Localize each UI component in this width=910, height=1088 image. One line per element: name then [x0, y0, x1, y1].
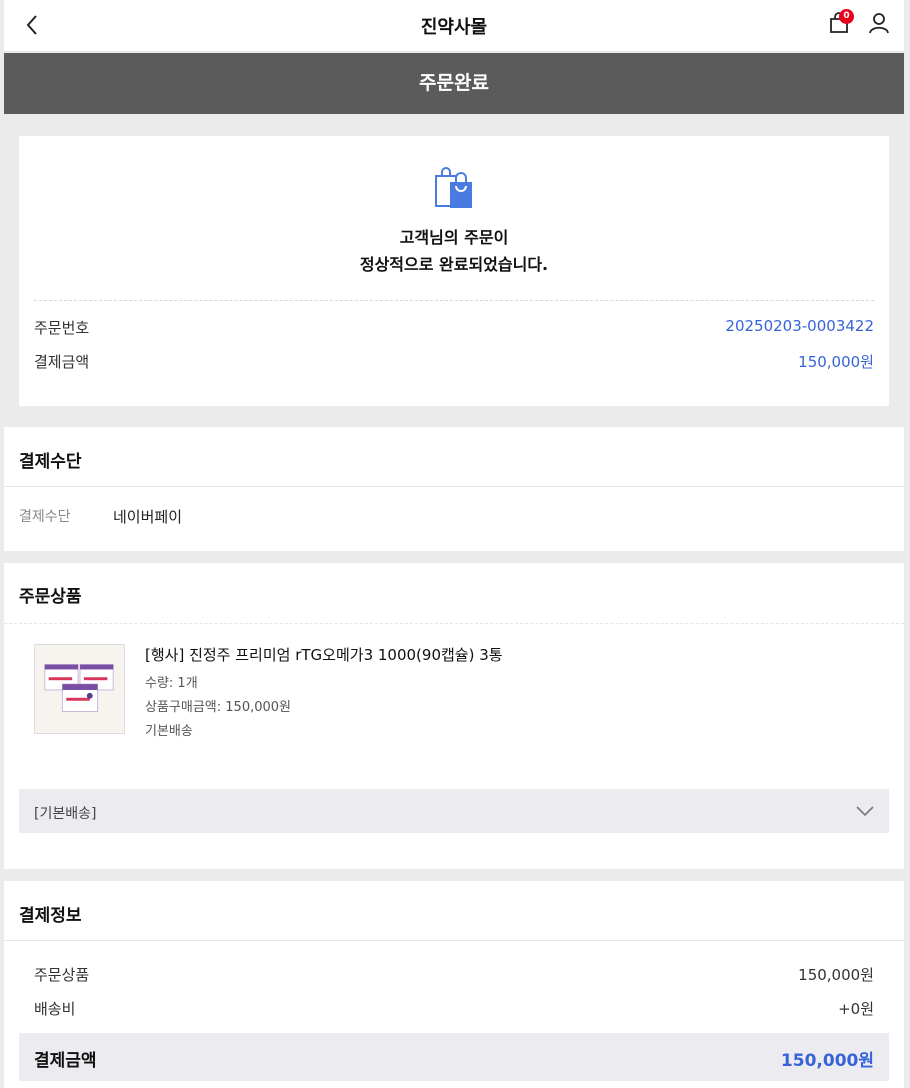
product-price: 상품구매금액: 150,000원	[145, 700, 291, 715]
section-title: 결제수단	[19, 452, 82, 472]
divider	[4, 486, 904, 487]
shopping-bag-icon	[435, 167, 472, 208]
section-title: 결제정보	[19, 906, 82, 926]
product-shipping-type: 기본배송	[145, 724, 193, 739]
summary-label: 배송비	[34, 1000, 76, 1018]
chevron-down-icon	[856, 806, 874, 817]
section-title: 주문상품	[19, 587, 82, 607]
order-number-label: 주문번호	[34, 319, 90, 337]
payment-amount-value: 150,000원	[798, 353, 874, 371]
divider	[4, 940, 904, 941]
order-receipt-card: 고객님의 주문이 정상적으로 완료되었습니다. 주문번호 20250203-00…	[19, 136, 889, 406]
total-amount-row: 결제금액 150,000원	[19, 1033, 889, 1081]
summary-value: 150,000원	[798, 966, 874, 984]
order-complete-message: 고객님의 주문이 정상적으로 완료되었습니다.	[19, 224, 889, 278]
total-amount-value: 150,000원	[780, 1051, 874, 1071]
message-line-2: 정상적으로 완료되었습니다.	[359, 255, 549, 274]
ordered-products-section: 주문상품 [행사] 진정주 프리미엄 rTG오메가3 1000(90캡슐) 3통…	[4, 563, 904, 869]
receipt-edge	[19, 398, 889, 404]
payment-summary-section: 결제정보 주문상품 150,000원 배송비 +0원 결제금액 150,000원	[4, 881, 904, 1088]
divider	[34, 300, 874, 301]
top-bar: 진약사몰 0	[4, 0, 904, 52]
payment-method-value: 네이버페이	[113, 508, 183, 526]
cart-count-badge: 0	[839, 9, 854, 24]
total-amount-label: 결제금액	[34, 1051, 97, 1071]
shipping-group-label: [기본배송]	[34, 806, 97, 822]
payment-amount-row: 결제금액 150,000원	[34, 351, 874, 375]
order-number-value: 20250203-0003422	[725, 317, 874, 335]
shipping-group-toggle[interactable]: [기본배송]	[19, 789, 889, 833]
summary-value: +0원	[838, 1000, 874, 1018]
message-line-1: 고객님의 주문이	[399, 228, 509, 247]
user-icon[interactable]	[866, 10, 892, 36]
product-quantity: 수량: 1개	[145, 676, 198, 691]
payment-amount-label: 결제금액	[34, 353, 90, 371]
payment-method-section: 결제수단 결제수단 네이버페이	[4, 427, 904, 551]
payment-method-label: 결제수단	[19, 509, 71, 525]
summary-label: 주문상품	[34, 966, 90, 984]
order-complete-page: 진약사몰 0 주문완료 고객님의 주문이 정상적으로 완료되었습니다. 주문번호…	[0, 0, 910, 1088]
product-thumbnail[interactable]	[34, 644, 125, 734]
divider	[4, 623, 904, 624]
page-banner: 주문완료	[4, 53, 904, 114]
site-title[interactable]: 진약사몰	[4, 13, 904, 39]
app-frame: 진약사몰 0 주문완료 고객님의 주문이 정상적으로 완료되었습니다. 주문번호…	[4, 0, 904, 1088]
product-name[interactable]: [행사] 진정주 프리미엄 rTG오메가3 1000(90캡슐) 3통	[145, 644, 503, 665]
order-number-row: 주문번호 20250203-0003422	[34, 317, 874, 341]
